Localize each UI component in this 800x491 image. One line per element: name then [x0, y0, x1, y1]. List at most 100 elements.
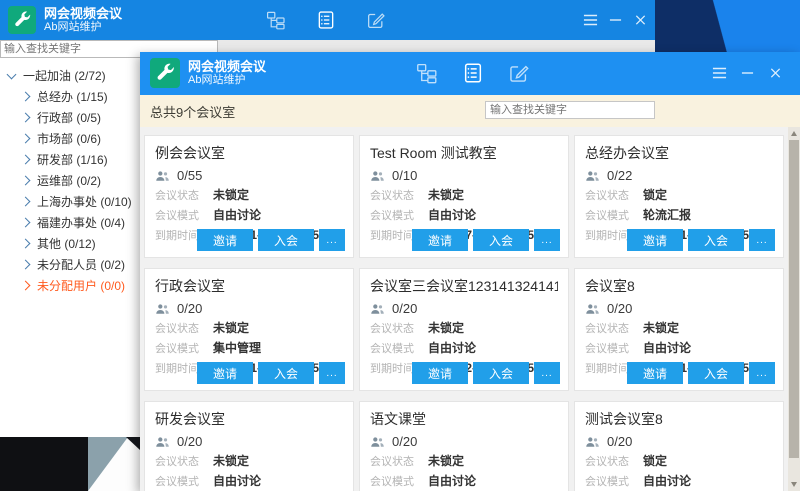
room-card: 研发会议室 0/20 会议状态 未锁定 会议模式 自由讨论 到期时间 2022-… [144, 401, 354, 491]
tree-item-label: 市场部 (0/6) [37, 130, 101, 147]
room-grid: 例会会议室 0/55 会议状态 未锁定 会议模式 自由讨论 到期时间 2028-… [144, 135, 784, 491]
room-mode-row: 会议模式 自由讨论 [370, 474, 558, 489]
chevron-right-icon [21, 239, 31, 249]
more-button[interactable]: ... [319, 229, 345, 251]
tree-item-label: 其他 (0/12) [37, 235, 96, 252]
chevron-down-icon [7, 69, 17, 79]
join-button[interactable]: 入会 [473, 229, 529, 251]
room-status-row: 会议状态 锁定 [585, 454, 773, 469]
wrench-icon [12, 10, 32, 30]
minimize-button[interactable] [738, 64, 756, 82]
room-status-row: 会议状态 未锁定 [585, 321, 773, 336]
join-button[interactable]: 入会 [258, 362, 314, 384]
room-status-row: 会议状态 未锁定 [155, 188, 343, 203]
invite-button[interactable]: 邀请 [412, 229, 468, 251]
join-button[interactable]: 入会 [258, 229, 314, 251]
invite-button[interactable]: 邀请 [197, 362, 253, 384]
room-mode-row: 会议模式 自由讨论 [585, 474, 773, 489]
room-mode-row: 会议模式 自由讨论 [370, 208, 558, 223]
wallpaper-wedge-shape [126, 437, 140, 450]
room-mode-row: 会议模式 集中管理 [155, 341, 343, 356]
room-card: 测试会议室8 0/20 会议状态 锁定 会议模式 自由讨论 到期时间 2021-… [574, 401, 784, 491]
room-capacity-value: 0/20 [177, 434, 202, 449]
room-status-row: 会议状态 未锁定 [370, 188, 558, 203]
people-icon [370, 169, 385, 183]
room-mode-value: 自由讨论 [213, 474, 261, 488]
room-capacity-value: 0/55 [177, 168, 202, 183]
room-name: 测试会议室8 [585, 409, 773, 429]
app-logo [8, 6, 36, 34]
room-mode-value: 自由讨论 [428, 341, 476, 355]
invite-button[interactable]: 邀请 [412, 362, 468, 384]
menu-button[interactable] [710, 64, 728, 82]
minimize-icon [609, 13, 622, 27]
room-search-input[interactable] [485, 101, 655, 119]
scroll-down-icon[interactable] [791, 482, 797, 487]
scrollbar[interactable] [788, 127, 800, 491]
close-button[interactable] [766, 64, 784, 82]
minimize-icon [741, 66, 754, 80]
room-name: 总经办会议室 [585, 143, 773, 163]
org-chart-button[interactable] [266, 10, 286, 30]
tree-item-label: 研发部 (1/16) [37, 151, 108, 168]
join-button[interactable]: 入会 [688, 362, 744, 384]
room-status-row: 会议状态 未锁定 [155, 321, 343, 336]
wallpaper-slate-shape [88, 437, 128, 491]
more-button[interactable]: ... [534, 362, 560, 384]
join-button[interactable]: 入会 [473, 362, 529, 384]
room-capacity: 0/20 [585, 434, 773, 449]
invite-button[interactable]: 邀请 [197, 229, 253, 251]
desktop: 网会视频会议 Ab网站维护 [0, 0, 800, 491]
more-button[interactable]: ... [319, 362, 345, 384]
people-icon [585, 302, 600, 316]
chevron-right-icon [21, 218, 31, 228]
join-button[interactable]: 入会 [688, 229, 744, 251]
chevron-right-icon [21, 260, 31, 270]
room-status-value: 未锁定 [428, 188, 464, 202]
chevron-right-icon [21, 176, 31, 186]
chevron-right-icon [21, 113, 31, 123]
room-mode-row: 会议模式 自由讨论 [370, 341, 558, 356]
chevron-right-icon [21, 134, 31, 144]
scrollbar-thumb[interactable] [789, 140, 799, 458]
people-icon [155, 302, 170, 316]
room-capacity: 0/20 [370, 301, 558, 316]
invite-button[interactable]: 邀请 [627, 362, 683, 384]
more-button[interactable]: ... [749, 229, 775, 251]
room-mode-row: 会议模式 自由讨论 [585, 341, 773, 356]
front-titlebar: 网会视频会议 Ab网站维护 [140, 52, 800, 95]
edit-button[interactable] [508, 62, 530, 84]
minimize-button[interactable] [606, 11, 624, 29]
room-capacity: 0/20 [370, 434, 558, 449]
room-list-button[interactable] [462, 62, 484, 84]
invite-button[interactable]: 邀请 [627, 229, 683, 251]
wallpaper-black-shape [0, 437, 88, 491]
menu-button[interactable] [581, 11, 599, 29]
room-status-value: 未锁定 [643, 321, 679, 335]
room-mode-value: 自由讨论 [643, 341, 691, 355]
room-status-value: 锁定 [643, 188, 667, 202]
room-capacity-value: 0/20 [607, 301, 632, 316]
menu-icon [712, 66, 727, 80]
room-card: 例会会议室 0/55 会议状态 未锁定 会议模式 自由讨论 到期时间 2028-… [144, 135, 354, 258]
org-chart-button[interactable] [416, 62, 438, 84]
room-status-value: 未锁定 [428, 321, 464, 335]
people-icon [370, 435, 385, 449]
room-name: Test Room 测试教室 [370, 143, 558, 163]
room-status-value: 未锁定 [213, 321, 249, 335]
more-button[interactable]: ... [749, 362, 775, 384]
room-list-button[interactable] [316, 10, 336, 30]
back-window-subtitle: Ab网站维护 [44, 21, 122, 34]
room-mode-row: 会议模式 自由讨论 [155, 474, 343, 489]
scroll-up-icon[interactable] [791, 131, 797, 136]
close-button[interactable] [631, 11, 649, 29]
room-status-value: 锁定 [643, 454, 667, 468]
chevron-right-icon [21, 281, 31, 291]
more-button[interactable]: ... [534, 229, 560, 251]
room-capacity-value: 0/20 [392, 301, 417, 316]
edit-button[interactable] [366, 10, 386, 30]
app-logo [150, 58, 180, 88]
room-capacity-value: 0/22 [607, 168, 632, 183]
room-card: Test Room 测试教室 0/10 会议状态 未锁定 会议模式 自由讨论 到… [359, 135, 569, 258]
chevron-right-icon [21, 197, 31, 207]
